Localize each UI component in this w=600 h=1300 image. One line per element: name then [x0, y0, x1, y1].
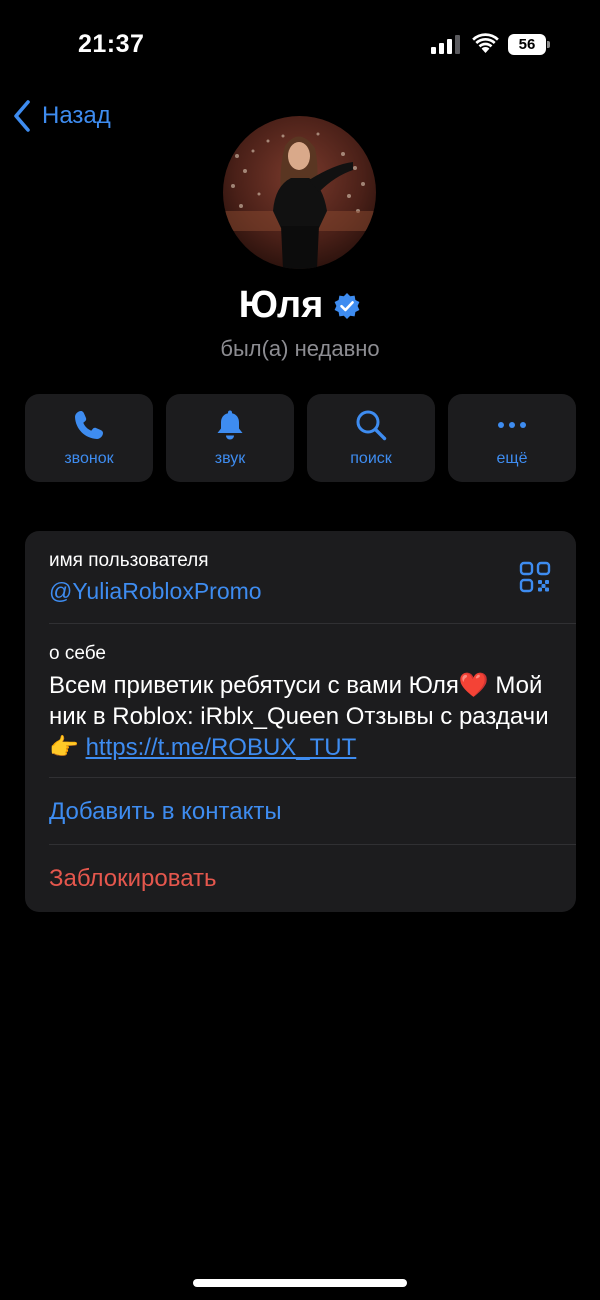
- avatar[interactable]: [223, 116, 376, 269]
- about-label: о себе: [49, 643, 106, 664]
- battery-icon: 56: [508, 34, 550, 55]
- action-bar: звонок звук поиск ещё: [25, 394, 576, 482]
- add-to-contacts-button[interactable]: Добавить в контакты: [49, 798, 282, 826]
- bio-text: Всем приветик ребятуси с вами Юля❤️ Мой …: [49, 670, 554, 763]
- divider: [49, 777, 576, 778]
- more-button[interactable]: ещё: [448, 394, 576, 482]
- profile-name-row: Юля: [0, 284, 600, 327]
- bio-link[interactable]: https://t.me/ROBUX_TUT: [86, 734, 357, 761]
- call-button[interactable]: звонок: [25, 394, 153, 482]
- bell-icon: [217, 410, 243, 440]
- profile-name: Юля: [238, 284, 324, 326]
- divider: [49, 623, 576, 624]
- search-icon: [356, 410, 387, 441]
- block-user-button[interactable]: Заблокировать: [49, 865, 217, 893]
- call-label: звонок: [64, 450, 114, 467]
- search-button[interactable]: поиск: [307, 394, 435, 482]
- last-seen-status: был(а) недавно: [220, 336, 380, 361]
- search-label: поиск: [350, 450, 392, 467]
- wifi-icon: [472, 33, 499, 53]
- battery-level: 56: [508, 34, 546, 55]
- verified-badge-icon: [334, 292, 360, 319]
- more-label: ещё: [496, 450, 528, 467]
- back-button[interactable]: Назад: [12, 98, 111, 134]
- avatar-photo: [223, 116, 376, 269]
- phone-icon: [75, 411, 103, 439]
- qr-code-icon[interactable]: [519, 561, 551, 593]
- back-label: Назад: [42, 102, 111, 129]
- sound-button[interactable]: звук: [166, 394, 294, 482]
- status-bar: 21:37 56: [0, 0, 600, 90]
- username-label: имя пользователя: [49, 550, 209, 571]
- divider: [49, 844, 576, 845]
- home-indicator[interactable]: [193, 1279, 407, 1287]
- profile-info-card: имя пользователя @YuliaRobloxPromo о себ…: [25, 531, 576, 912]
- more-icon: [498, 422, 526, 428]
- username-link[interactable]: @YuliaRobloxPromo: [49, 578, 262, 605]
- chevron-left-icon: [14, 100, 30, 132]
- sound-label: звук: [214, 450, 246, 467]
- cellular-signal-icon: [431, 35, 460, 54]
- clock: 21:37: [78, 30, 145, 58]
